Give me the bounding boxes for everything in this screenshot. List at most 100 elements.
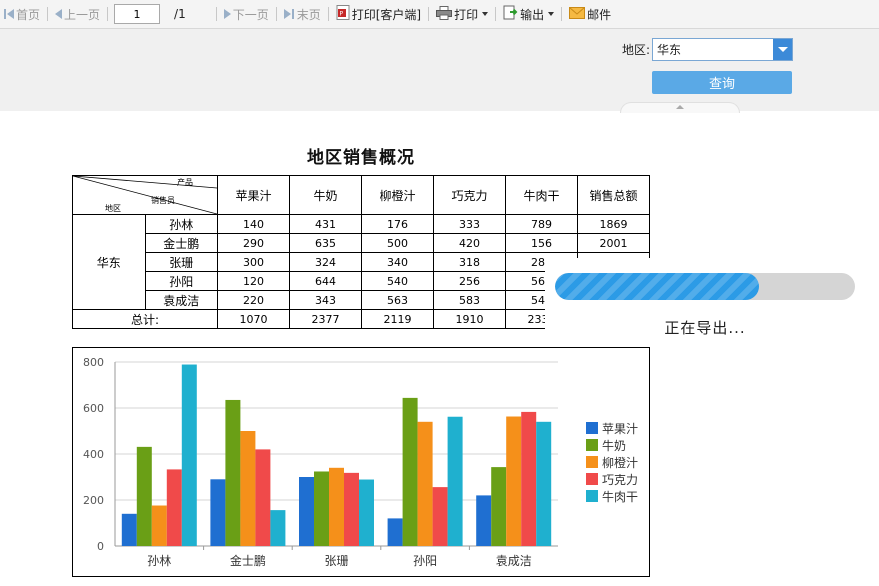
chart-bar	[387, 518, 403, 546]
export-label: 输出	[520, 7, 545, 22]
x-tick-label: 孙阳	[413, 554, 437, 568]
chevron-down-icon	[548, 12, 555, 16]
next-page-label: 下一页	[232, 7, 269, 22]
last-page-label: 末页	[296, 7, 321, 22]
corner-salesperson-label: 销售员	[151, 196, 175, 205]
chart-bar	[240, 431, 256, 546]
query-button[interactable]: 查询	[652, 71, 792, 94]
table-cell: 563	[361, 290, 434, 310]
table-cell: 318	[433, 252, 506, 272]
total-cell: 2119	[361, 309, 434, 329]
last-page-icon	[283, 9, 295, 19]
chart-bar	[432, 487, 448, 546]
chart-bar	[270, 510, 286, 546]
chevron-down-icon[interactable]	[773, 39, 792, 60]
chart-bar	[447, 416, 463, 546]
y-tick-label: 800	[83, 356, 104, 369]
total-label: 总计:	[72, 309, 218, 329]
collapse-panel-handle[interactable]	[620, 102, 740, 113]
chart-canvas: 0 200 400 600 800 孙林 金士鹏 张珊 孙阳 袁成洁 苹果汁牛奶柳橙汁巧克力牛肉干	[83, 356, 638, 568]
column-header: 柳橙汁	[361, 175, 434, 215]
table-cell: 120	[217, 271, 290, 291]
print-client-button[interactable]: P 打印[客户端]	[333, 3, 424, 25]
parameter-panel: 地区: 华东 查询	[0, 29, 879, 113]
table-row: 金士鹏 290 635 500 420 156 2001	[73, 233, 650, 253]
sales-bar-chart: 0 200 400 600 800 孙林 金士鹏 张珊 孙阳 袁成洁 苹果汁 牛奶 柳橙汁 巧克力 牛肉干	[72, 347, 650, 577]
first-page-label: 首页	[16, 7, 41, 22]
table-cell: 1869	[577, 214, 650, 234]
table-cell: 290	[217, 233, 290, 253]
column-header: 巧克力	[433, 175, 506, 215]
table-cell: 644	[289, 271, 362, 291]
prev-page-label: 上一页	[64, 7, 101, 22]
table-cell: 156	[505, 233, 578, 253]
chart-bar	[476, 495, 492, 546]
chart-bar	[402, 397, 418, 546]
page-total-text: /1	[174, 7, 186, 21]
chart-bar	[521, 411, 537, 546]
export-status-text: 正在导出...	[664, 319, 746, 337]
chart-bar	[536, 421, 552, 546]
x-tick-label: 孙林	[147, 554, 171, 568]
table-header-row: 产品 销售员 地区 苹果汁 牛奶 柳橙汁 巧克力 牛肉干 销售总额	[72, 175, 650, 215]
next-page-button[interactable]: 下一页	[221, 3, 272, 25]
export-icon	[503, 5, 518, 23]
prev-page-button[interactable]: 上一页	[52, 3, 103, 25]
svg-text:P: P	[339, 11, 343, 18]
column-header: 销售总额	[577, 175, 650, 215]
export-progress-overlay: 正在导出...	[545, 258, 879, 344]
legend-label: 牛肉干	[602, 489, 638, 504]
table-cell: 343	[289, 290, 362, 310]
region-label: 地区:	[622, 43, 651, 57]
report-title: 地区销售概况	[307, 148, 415, 168]
chart-bar	[506, 416, 522, 546]
toolbar-divider	[561, 7, 563, 21]
salesperson-cell: 张珊	[144, 252, 218, 272]
printer-icon	[436, 5, 453, 23]
last-page-button[interactable]: 末页	[281, 3, 324, 25]
first-page-button[interactable]: 首页	[0, 3, 43, 25]
chart-bar	[181, 364, 197, 546]
legend-swatch	[586, 456, 598, 468]
export-progress-bar	[555, 273, 855, 300]
prev-page-icon	[55, 9, 63, 19]
salesperson-cell: 孙阳	[144, 271, 218, 291]
legend-label: 苹果汁	[602, 422, 638, 436]
table-cell: 333	[433, 214, 506, 234]
table-cell: 635	[289, 233, 362, 253]
toolbar-divider	[215, 7, 217, 21]
chevron-down-icon	[482, 12, 489, 16]
x-tick-label: 张珊	[324, 554, 348, 568]
chart-bar	[255, 449, 271, 546]
chart-bar	[136, 446, 152, 546]
region-select[interactable]: 华东	[652, 38, 793, 61]
email-button[interactable]: 邮件	[566, 3, 614, 25]
first-page-icon	[3, 9, 14, 19]
toolbar-divider	[47, 7, 49, 21]
chart-bar	[299, 477, 314, 546]
column-header: 牛肉干	[505, 175, 578, 215]
table-cell: 420	[433, 233, 506, 253]
export-button[interactable]: 输出	[500, 3, 557, 25]
column-header: 苹果汁	[217, 175, 290, 215]
diagonal-header-cell: 产品 销售员 地区	[72, 175, 218, 215]
chart-bar	[151, 505, 167, 546]
x-tick-label: 袁成洁	[496, 554, 532, 568]
table-cell: 583	[433, 290, 506, 310]
table-cell: 789	[505, 214, 578, 234]
salesperson-cell: 袁成洁	[144, 290, 218, 310]
chart-bar	[344, 472, 359, 546]
column-header: 牛奶	[289, 175, 362, 215]
chart-bar	[491, 467, 507, 546]
total-cell: 1070	[217, 309, 290, 329]
print-button[interactable]: 打印	[433, 3, 491, 25]
region-cell: 华东	[72, 214, 146, 310]
table-cell: 256	[433, 271, 506, 291]
page-number-input[interactable]	[114, 4, 161, 24]
toolbar-divider	[327, 7, 329, 21]
print-label: 打印	[454, 7, 479, 22]
y-tick-label: 600	[83, 402, 104, 415]
legend-label: 柳橙汁	[602, 455, 638, 470]
legend-swatch	[586, 439, 598, 451]
legend-label: 牛奶	[602, 438, 626, 453]
